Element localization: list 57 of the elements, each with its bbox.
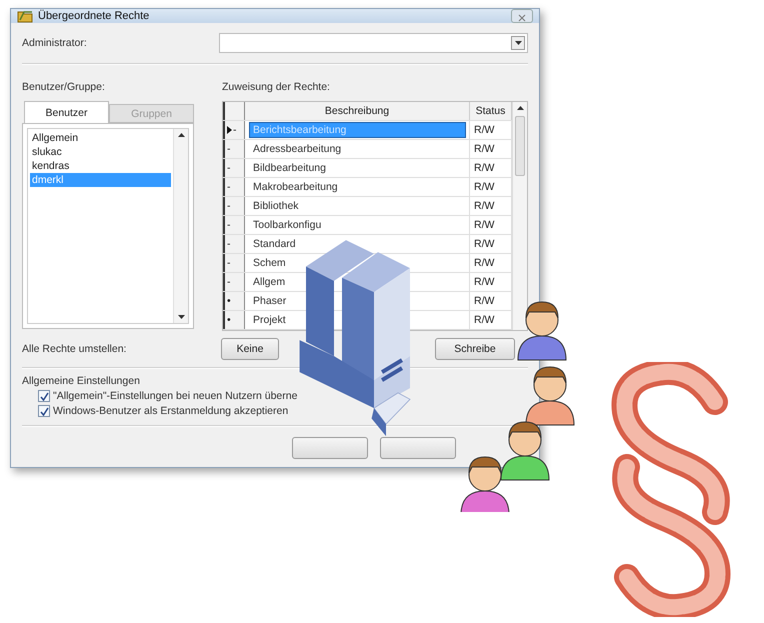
caret-icon (514, 41, 522, 45)
person-drawing (518, 302, 566, 360)
scrollbar[interactable] (512, 102, 527, 330)
users-groups-label: Benutzer/Gruppe: (22, 81, 106, 93)
scroll-up-icon (516, 106, 524, 110)
reset-rights-label: Alle Rechte umstellen: (22, 343, 126, 355)
description-cell[interactable]: Projekt (249, 312, 290, 328)
row-marker-text: - (227, 276, 230, 288)
description-cell[interactable]: Adressbearbeitung (249, 141, 346, 157)
close-icon (518, 14, 526, 22)
row-marker-text: - (227, 162, 230, 174)
row-marker-text: - (227, 181, 230, 193)
description-cell[interactable]: Schem (249, 255, 290, 271)
list-item[interactable]: kendras (30, 159, 171, 173)
scroll-up-icon (178, 133, 184, 137)
close-button[interactable] (511, 9, 533, 23)
description-cell[interactable]: Phaser (249, 293, 290, 309)
scroll-down-icon (178, 315, 184, 319)
description-cell[interactable]: Allgem (249, 274, 290, 290)
section-title: Allgemeine Einstellungen (22, 375, 141, 387)
person-drawing (500, 422, 550, 480)
dialog-button[interactable] (292, 437, 368, 459)
person-drawing (526, 366, 574, 426)
row-marker-text: • (227, 314, 231, 326)
row-marker-text: - (227, 200, 230, 212)
row-marker-text: - (227, 143, 230, 155)
row-marker-text: - (227, 257, 230, 269)
row-marker-text: - (233, 124, 236, 136)
dropdown-button[interactable] (511, 36, 525, 50)
list-item[interactable]: slukac (30, 145, 171, 159)
scroll-thumb[interactable] (515, 116, 525, 176)
tab[interactable]: Benutzer (24, 101, 109, 123)
row-marker-text: - (227, 219, 230, 231)
administrator-label: Administrator: (22, 37, 87, 49)
column-header[interactable]: Beschreibung (245, 102, 470, 120)
person-drawing (460, 456, 510, 512)
column-header[interactable]: Status (470, 102, 512, 120)
description-cell[interactable]: Bildbearbeitung (249, 160, 330, 176)
rights-button[interactable]: Keine (221, 338, 279, 360)
folder-icon (17, 9, 33, 23)
checkbox[interactable] (38, 405, 50, 417)
description-cell[interactable]: Bibliothek (249, 198, 303, 214)
rights-button[interactable]: Schreibe (435, 338, 515, 360)
dialog-button[interactable] (380, 437, 456, 459)
description-cell[interactable]: Standard (249, 236, 300, 252)
checkbox[interactable] (38, 390, 50, 402)
window-title: Übergeordnete Rechte (38, 10, 150, 22)
checkbox-label: "Allgemein"-Einstellungen bei neuen Nutzern überne (53, 390, 298, 402)
row-marker-text: - (227, 238, 230, 250)
row-marker-text: • (227, 295, 231, 307)
scrollbar[interactable] (173, 129, 188, 323)
description-cell[interactable]: Makrobearbeitung (249, 179, 342, 195)
rights-label: Zuweisung der Rechte: (222, 81, 331, 93)
current-row-arrow-icon (227, 126, 232, 134)
checkbox-label: Windows-Benutzer als Erstanmeldung akzeptieren (53, 405, 288, 417)
list-item[interactable]: Allgemein (30, 131, 171, 145)
description-cell[interactable]: Toolbarkonfigu (249, 217, 326, 233)
